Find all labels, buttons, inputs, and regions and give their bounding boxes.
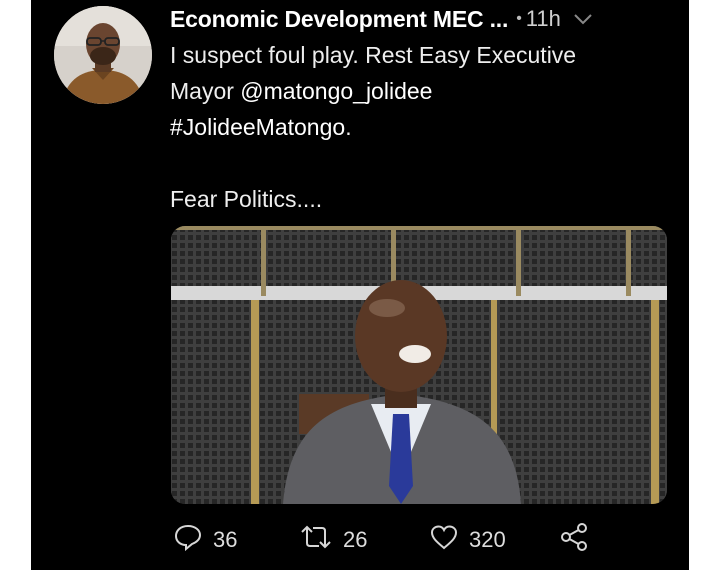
reply-button[interactable]: 36 bbox=[173, 523, 237, 557]
separator-dot: • bbox=[516, 10, 522, 27]
tweet-card: Economic Development MEC ... • 11h I sus… bbox=[31, 0, 689, 570]
share-icon bbox=[559, 522, 589, 558]
tweet-text-line-2: Mayor @matongo_jolidee bbox=[170, 73, 670, 109]
tweet-text-line-4: Fear Politics.... bbox=[170, 186, 323, 212]
tweet-text: I suspect foul play. Rest Easy Executive… bbox=[170, 37, 670, 217]
tweet-media-image[interactable] bbox=[171, 226, 667, 504]
share-button[interactable] bbox=[559, 523, 589, 557]
tweet-header: Economic Development MEC ... • 11h bbox=[170, 4, 680, 34]
like-count: 320 bbox=[469, 527, 506, 552]
chevron-down-icon[interactable] bbox=[573, 12, 593, 26]
retweet-count: 26 bbox=[343, 527, 368, 552]
like-button[interactable]: 320 bbox=[429, 523, 506, 557]
heart-icon bbox=[429, 523, 459, 557]
retweet-button[interactable]: 26 bbox=[299, 523, 367, 557]
tweet-time[interactable]: 11h bbox=[526, 6, 561, 32]
mention-link[interactable]: @matongo_jolidee bbox=[240, 78, 432, 104]
tweet-text-line-1: I suspect foul play. Rest Easy Executive bbox=[170, 42, 577, 68]
speech-bubble-icon bbox=[173, 523, 203, 557]
tweet-text-blank bbox=[170, 145, 670, 181]
hashtag-suffix: . bbox=[345, 114, 352, 140]
avatar[interactable] bbox=[54, 6, 152, 104]
tweet-text-line-3: #JolideeMatongo. bbox=[170, 109, 670, 145]
tweet-actions: 36 26 320 bbox=[171, 523, 631, 557]
author-name[interactable]: Economic Development MEC ... bbox=[170, 6, 508, 33]
hashtag-link[interactable]: #JolideeMatongo bbox=[170, 114, 345, 140]
reply-count: 36 bbox=[213, 527, 238, 552]
retweet-icon bbox=[299, 523, 333, 557]
tweet-text-mayor: Mayor bbox=[170, 78, 241, 104]
